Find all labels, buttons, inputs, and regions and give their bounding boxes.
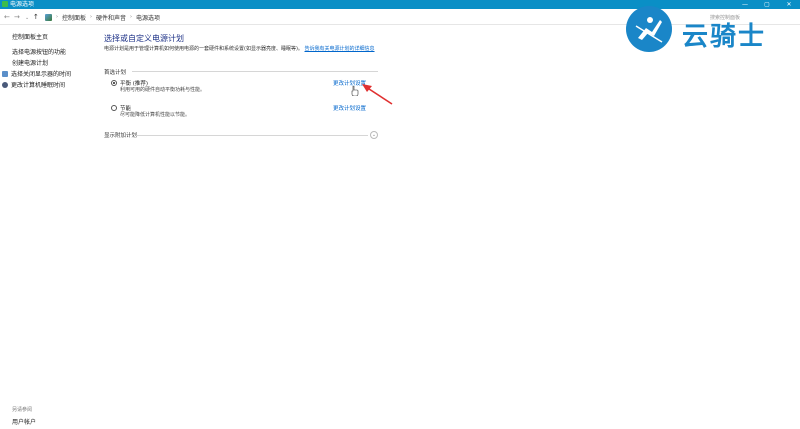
- annotation-arrow-icon: [362, 84, 393, 105]
- plan-balanced: 平衡 (推荐) 利用可用的硬件自动平衡功耗与性能。 更改计划设置: [111, 79, 379, 97]
- breadcrumb: › 控制面板 › 硬件和声音 › 电源选项: [45, 13, 160, 22]
- nav-sleep-time-label: 更改计算机睡眠时间: [11, 82, 66, 89]
- plan-balanced-radio[interactable]: [111, 80, 117, 86]
- plan-balanced-desc: 利用可用的硬件自动平衡功耗与性能。: [120, 87, 206, 93]
- breadcrumb-power-options[interactable]: 电源选项: [136, 13, 160, 22]
- nav-create-power-plan[interactable]: 创建电源计划: [12, 58, 48, 67]
- up-arrow-icon[interactable]: ↑: [33, 13, 39, 21]
- show-additional-plans[interactable]: 显示附加计划: [104, 131, 137, 139]
- back-arrow-icon[interactable]: ←: [4, 13, 10, 21]
- forward-arrow-icon[interactable]: →: [14, 13, 20, 21]
- nav-display-off-time[interactable]: 选择关闭显示器的时间: [2, 69, 71, 78]
- see-also-heading: 另请参阅: [12, 407, 33, 413]
- breadcrumb-control-panel[interactable]: 控制面板: [62, 13, 86, 22]
- left-nav: 控制面板主页 选择电源按钮的功能 创建电源计划 选择关闭显示器的时间 更改计算机…: [0, 26, 100, 429]
- page-title: 选择或自定义电源计划: [104, 34, 184, 43]
- section-preferred-plans: 首选计划: [104, 70, 127, 76]
- plan-power-saver-desc: 尽可能降低计算机性能以节能。: [120, 112, 191, 118]
- window-title: 电源选项: [10, 1, 35, 8]
- nav-power-button-function[interactable]: 选择电源按钮的功能: [12, 47, 66, 56]
- nav-user-accounts[interactable]: 用户帐户: [12, 417, 36, 426]
- hand-cursor-icon: [351, 86, 359, 96]
- breadcrumb-hardware-sound[interactable]: 硬件和声音: [96, 13, 126, 22]
- power-options-app-icon: [2, 1, 8, 7]
- control-panel-icon: [45, 13, 52, 21]
- watermark-brand: 云骑士: [682, 22, 767, 52]
- chevron-right-icon: ›: [90, 14, 93, 20]
- plan-power-saver-radio[interactable]: [111, 105, 117, 111]
- expand-chevron-icon[interactable]: ⌄: [370, 131, 378, 139]
- monitor-icon: [2, 71, 8, 77]
- nav-display-off-time-label: 选择关闭显示器的时间: [11, 71, 72, 78]
- power-plan-help-link[interactable]: 告诉我有关电源计划的详细信息: [305, 46, 375, 52]
- sleep-moon-icon: [2, 82, 8, 88]
- nav-control-panel-home[interactable]: 控制面板主页: [12, 32, 48, 41]
- plan-power-saver: 节能 尽可能降低计算机性能以节能。 更改计划设置: [111, 104, 379, 122]
- recent-locations-icon[interactable]: ⌄: [25, 14, 29, 22]
- chevron-right-icon: ›: [130, 14, 133, 20]
- chevron-right-icon: ›: [56, 14, 58, 20]
- additional-plans-divider: [136, 135, 368, 136]
- page-description: 电源计划是用于管理计算机如何使用电源的一套硬件和系统设置(如显示器亮度、睡眠等)…: [104, 46, 394, 53]
- watermark-logo: 云骑士: [626, 6, 800, 54]
- description-text: 电源计划是用于管理计算机如何使用电源的一套硬件和系统设置(如显示器亮度、睡眠等)…: [104, 46, 303, 52]
- nav-sleep-time[interactable]: 更改计算机睡眠时间: [2, 80, 65, 89]
- section-divider: [132, 71, 378, 72]
- knight-emblem-icon: [626, 6, 672, 52]
